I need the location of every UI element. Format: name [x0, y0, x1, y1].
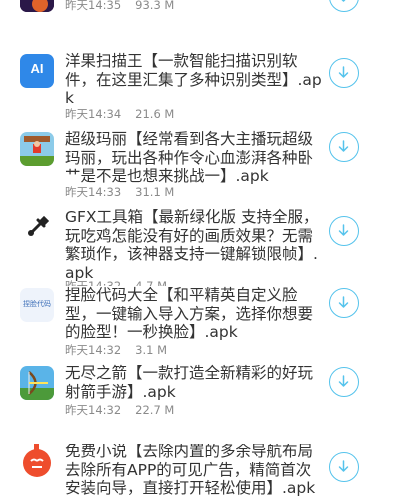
item-title[interactable]: 免费小说【去除内置的多余导航布局去除所有APP的可见广告，精简首次安装向导，直接…	[65, 444, 323, 498]
item-title[interactable]: 捏脸代码大全【和平精英自定义脸型，一键输入导入方案，选择你想要的脸型！一秒换脸】…	[65, 286, 323, 342]
item-size: 93.3 M	[135, 0, 175, 12]
list-item[interactable]: 免费小说【去除内置的多余导航布局去除所有APP的可见广告，精简首次安装向导，直接…	[0, 444, 400, 504]
download-button[interactable]	[329, 367, 359, 397]
item-time: 昨天14:34	[65, 107, 122, 121]
archer-game-icon	[20, 366, 54, 400]
list-item[interactable]: AI 洋果扫描王【一款智能扫描识别软件，在这里汇集了多种识别类型】.apk 昨天…	[0, 52, 400, 124]
item-size: 31.1 M	[135, 185, 175, 199]
download-icon	[338, 224, 349, 236]
download-button[interactable]	[329, 216, 359, 246]
item-title[interactable]: 超级玛丽【经常看到各大主播玩超级玛丽，玩出各种作令心血澎湃各种卧艹是不是也想来挑…	[65, 130, 323, 186]
download-icon	[338, 375, 349, 387]
item-meta: 昨天14:33 31.1 M	[65, 184, 174, 200]
app-icon-text: AI	[30, 61, 44, 76]
item-time: 昨天14:32	[65, 343, 122, 357]
download-icon	[338, 66, 349, 78]
item-meta: 昨天14:35 93.3 M	[65, 0, 174, 13]
list-item[interactable]: 无尽之箭【一款打造全新精彩的好玩射箭手游】.apk 昨天14:32 22.7 M	[0, 364, 400, 422]
download-button[interactable]	[329, 452, 359, 482]
item-size: 21.6 M	[135, 107, 175, 121]
item-time: 昨天14:35	[65, 0, 122, 12]
item-size: 3.1 M	[135, 343, 168, 357]
face-code-icon: 捏脸代码	[20, 288, 54, 322]
download-icon	[338, 460, 349, 472]
novel-app-icon	[20, 444, 54, 478]
mario-game-icon	[20, 132, 54, 166]
list-item[interactable]: 捏脸代码 捏脸代码大全【和平精英自定义脸型，一键输入导入方案，选择你想要的脸型！…	[0, 286, 400, 358]
download-button[interactable]	[329, 0, 359, 12]
item-meta: 昨天14:32 22.7 M	[65, 402, 174, 418]
item-title[interactable]: 无尽之箭【一款打造全新精彩的好玩射箭手游】.apk	[65, 364, 323, 401]
download-button[interactable]	[329, 288, 359, 318]
ai-scanner-icon: AI	[20, 54, 54, 88]
list-item[interactable]: 超级玛丽【经常看到各大主播玩超级玛丽，玩出各种作令心血澎湃各种卧艹是不是也想来挑…	[0, 130, 400, 202]
download-button[interactable]	[329, 132, 359, 162]
item-meta: 昨天14:34 21.6 M	[65, 106, 174, 122]
item-title[interactable]: GFX工具箱【最新绿化版 支持全服，玩吃鸡怎能没有好的画质效果？无需繁琐作，该神…	[65, 208, 323, 282]
app-icon-text: 捏脸代码	[23, 300, 51, 308]
list-item[interactable]: GFX工具箱【最新绿化版 支持全服，玩吃鸡怎能没有好的画质效果？无需繁琐作，该神…	[0, 208, 400, 293]
download-icon	[338, 140, 349, 152]
item-time: 昨天14:33	[65, 185, 122, 199]
item-size: 22.7 M	[135, 403, 175, 417]
app-thumbnail	[20, 0, 54, 12]
download-icon	[338, 296, 349, 308]
list-item-partial[interactable]: 昨天14:35 93.3 M	[0, 0, 400, 14]
item-time: 昨天14:32	[65, 403, 122, 417]
gfx-tool-icon	[20, 210, 54, 244]
item-title[interactable]: 洋果扫描王【一款智能扫描识别软件，在这里汇集了多种识别类型】.apk	[65, 52, 323, 108]
item-meta: 昨天14:32 3.1 M	[65, 342, 167, 358]
download-button[interactable]	[329, 58, 359, 88]
